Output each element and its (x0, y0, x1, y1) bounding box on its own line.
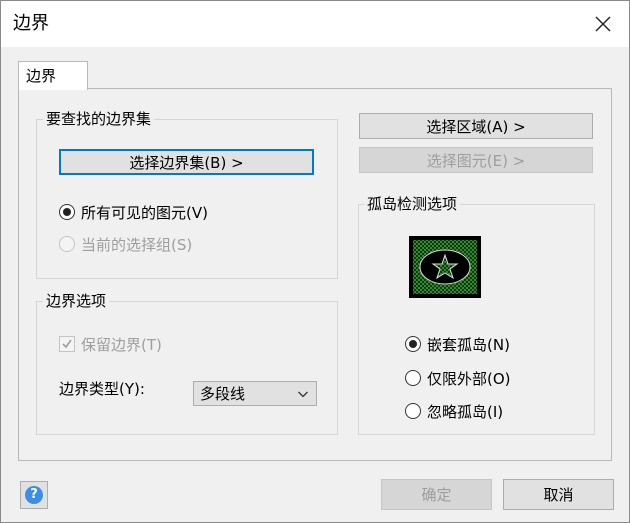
boundary-set-group-label: 要查找的边界集 (43, 109, 155, 129)
radio-all-visible-label: 所有可见的图元(V) (81, 203, 208, 222)
radio-all-visible-indicator (59, 204, 75, 220)
title-bar: 边界 (1, 1, 629, 47)
dialog-title: 边界 (13, 13, 49, 34)
select-entity-button[interactable]: 选择图元(E) > (359, 147, 593, 173)
cancel-button[interactable]: 取消 (503, 479, 614, 510)
radio-nested-islands-label: 嵌套孤岛(N) (427, 335, 510, 354)
chevron-down-icon (298, 391, 308, 398)
checkmark-icon (62, 339, 72, 349)
boundary-type-select[interactable]: 多段线 (193, 381, 317, 406)
boundary-type-value: 多段线 (200, 385, 246, 403)
close-icon (595, 16, 611, 32)
radio-outer-only-label: 仅限外部(O) (427, 369, 511, 388)
radio-current-selection-indicator (59, 236, 75, 252)
boundary-options-group (36, 301, 338, 435)
radio-nested-islands[interactable]: 嵌套孤岛(N) (405, 333, 510, 355)
tab-boundary-label: 边界 (26, 67, 57, 85)
radio-outer-only-indicator (405, 370, 421, 386)
radio-current-selection[interactable]: 当前的选择组(S) (59, 233, 192, 255)
radio-ignore-islands-label: 忽略孤岛(I) (427, 402, 504, 421)
island-preview-icon (409, 236, 481, 298)
boundary-dialog: 边界 边界 要查找的边界集 选择边界集(B) > 所有可见的图元(V) 当前的选… (0, 0, 630, 523)
radio-outer-only[interactable]: 仅限外部(O) (405, 367, 511, 389)
select-boundary-set-button[interactable]: 选择边界集(B) > (59, 149, 314, 175)
retain-boundary-label: 保留边界(T) (81, 335, 162, 354)
help-button[interactable]: ? (20, 481, 48, 509)
radio-all-visible[interactable]: 所有可见的图元(V) (59, 201, 208, 223)
ok-button[interactable]: 确定 (381, 479, 492, 510)
close-button[interactable] (589, 10, 617, 38)
radio-ignore-islands-indicator (405, 403, 421, 419)
boundary-set-group (36, 119, 338, 279)
retain-boundary-checkbox (59, 336, 75, 352)
radio-nested-islands-indicator (405, 336, 421, 352)
retain-boundary-checkbox-row[interactable]: 保留边界(T) (59, 333, 162, 355)
radio-ignore-islands[interactable]: 忽略孤岛(I) (405, 400, 503, 422)
boundary-options-group-label: 边界选项 (43, 291, 110, 311)
boundary-type-label: 边界类型(Y): (59, 380, 145, 398)
select-area-button[interactable]: 选择区域(A) > (359, 113, 593, 139)
tab-boundary[interactable]: 边界 (18, 61, 88, 90)
help-icon: ? (25, 486, 43, 504)
island-detection-group-label: 孤岛检测选项 (364, 194, 461, 214)
radio-current-selection-label: 当前的选择组(S) (81, 235, 193, 254)
